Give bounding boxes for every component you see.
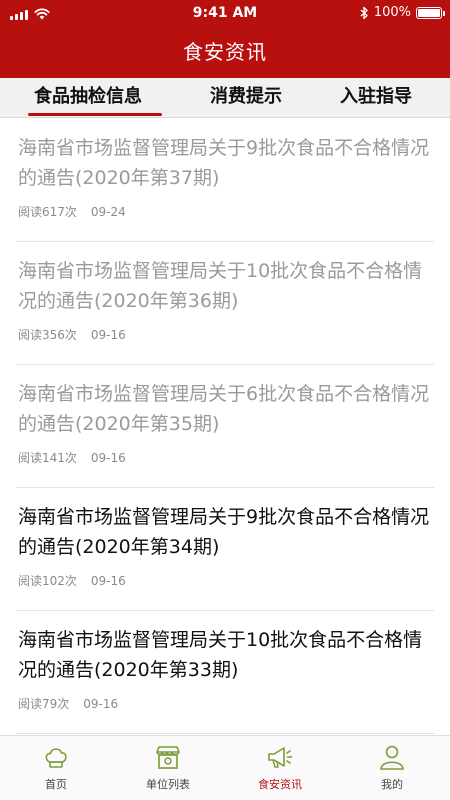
page-title: 食安资讯 [183, 40, 267, 64]
article-meta: 阅读79次 09-16 [18, 695, 118, 712]
article-title: 海南省市场监督管理局关于6批次食品不合格情况的通告(2020年第35期) [18, 383, 430, 435]
article-list: 海南省市场监督管理局关于9批次食品不合格情况的通告(2020年第37期) 阅读6… [0, 119, 450, 734]
status-bar: 9:41 AM 100% [0, 0, 450, 30]
list-item[interactable]: 海南省市场监督管理局关于9批次食品不合格情况的通告(2020年第37期) 阅读6… [16, 119, 434, 242]
battery-icon [416, 6, 445, 19]
tabbar-label: 单位列表 [146, 778, 190, 791]
tabbar-label: 首页 [45, 778, 67, 791]
category-tabs: 食品抽检信息 消费提示 入驻指导 [0, 78, 450, 118]
megaphone-icon [268, 747, 293, 768]
user-icon [380, 745, 404, 770]
read-count: 阅读141次 [18, 451, 77, 465]
status-right: 100% [360, 5, 445, 20]
publish-date: 09-16 [90, 451, 126, 465]
active-tab-indicator [28, 113, 162, 116]
tabbar-label: 食安资讯 [258, 778, 302, 791]
read-count: 阅读102次 [18, 574, 77, 588]
publish-date: 09-24 [90, 205, 126, 219]
read-count: 阅读79次 [18, 697, 70, 711]
list-item[interactable]: 海南省市场监督管理局关于10批次食品不合格情况的通告(2020年第33期) 阅读… [16, 611, 434, 734]
bluetooth-icon [360, 6, 368, 19]
publish-date: 09-16 [90, 328, 126, 342]
tab-food-inspection[interactable]: 食品抽检信息 [34, 78, 142, 118]
article-meta: 阅读141次 09-16 [18, 449, 126, 466]
bottom-tab-bar: 首页 单位列表 食安资讯 我的 [0, 735, 450, 800]
tabbar-item-mine[interactable]: 我的 [336, 736, 448, 800]
article-title: 海南省市场监督管理局关于9批次食品不合格情况的通告(2020年第34期) [18, 506, 430, 558]
battery-fill [418, 8, 440, 17]
tabbar-label: 我的 [381, 778, 403, 791]
publish-date: 09-16 [90, 574, 126, 588]
storefront-icon [156, 746, 180, 769]
publish-date: 09-16 [83, 697, 119, 711]
tabbar-item-unit-list[interactable]: 单位列表 [112, 736, 224, 800]
tab-consumer-tips[interactable]: 消费提示 [210, 78, 282, 118]
article-meta: 阅读617次 09-24 [18, 203, 126, 220]
article-title: 海南省市场监督管理局关于10批次食品不合格情况的通告(2020年第33期) [18, 629, 423, 681]
tabbar-item-food-news[interactable]: 食安资讯 [224, 736, 336, 800]
read-count: 阅读617次 [18, 205, 77, 219]
read-count: 阅读356次 [18, 328, 77, 342]
article-meta: 阅读356次 09-16 [18, 326, 126, 343]
article-meta: 阅读102次 09-16 [18, 572, 126, 589]
list-item[interactable]: 海南省市场监督管理局关于10批次食品不合格情况的通告(2020年第36期) 阅读… [16, 242, 434, 365]
tabbar-item-home[interactable]: 首页 [0, 736, 112, 800]
tab-registration-guide[interactable]: 入驻指导 [340, 78, 412, 118]
list-item[interactable]: 海南省市场监督管理局关于6批次食品不合格情况的通告(2020年第35期) 阅读1… [16, 365, 434, 488]
article-title: 海南省市场监督管理局关于9批次食品不合格情况的通告(2020年第37期) [18, 137, 430, 189]
list-item[interactable]: 海南省市场监督管理局关于9批次食品不合格情况的通告(2020年第34期) 阅读1… [16, 488, 434, 611]
article-title: 海南省市场监督管理局关于10批次食品不合格情况的通告(2020年第36期) [18, 260, 423, 312]
battery-percentage: 100% [373, 5, 411, 20]
app-header: 9:41 AM 100% 食安资讯 [0, 0, 450, 78]
chef-hat-icon [45, 748, 67, 768]
